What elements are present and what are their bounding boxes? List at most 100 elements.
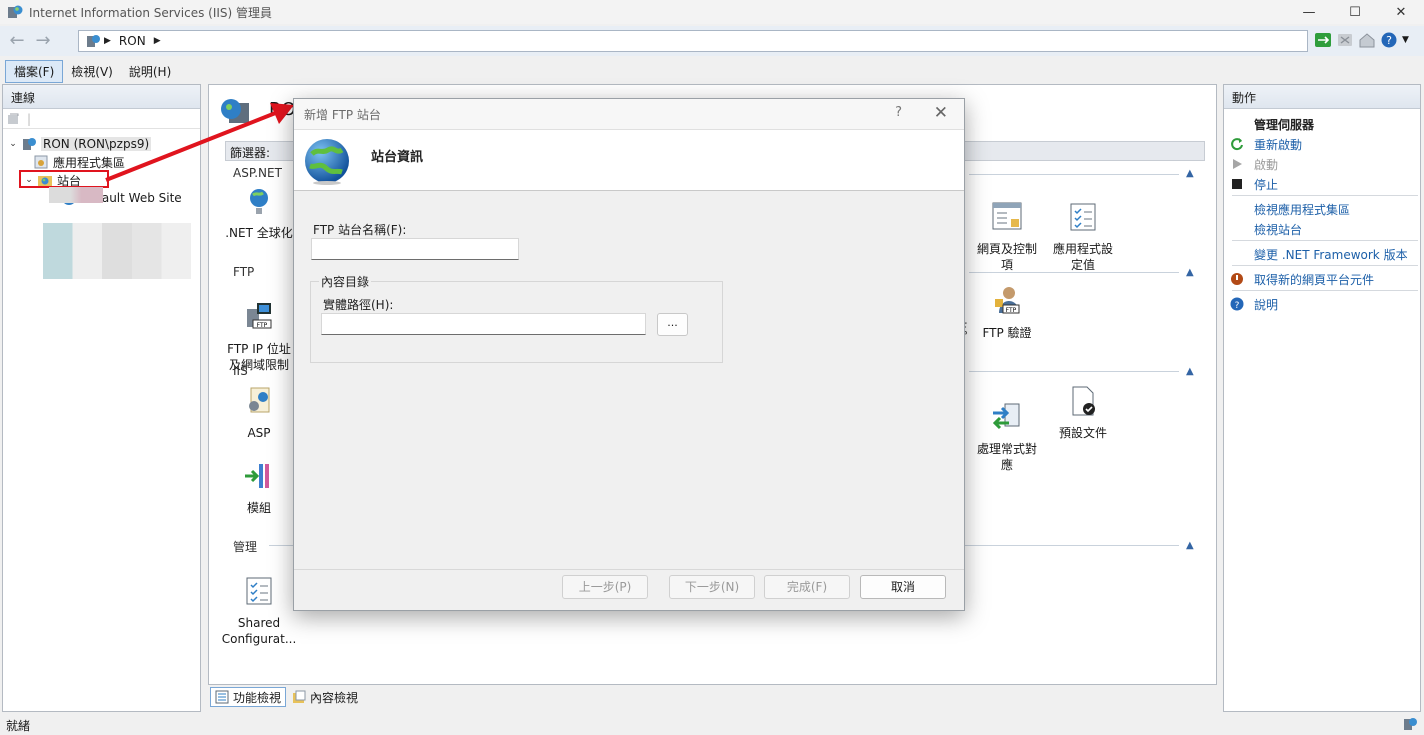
feature-label: 處理常式對 應: [976, 442, 1037, 472]
collapse-group-icon[interactable]: ▲: [1186, 267, 1194, 278]
breadcrumb-server[interactable]: RON: [119, 34, 146, 48]
previous-button[interactable]: 上一步(P): [562, 575, 648, 599]
tree-item-server[interactable]: ⌄ RON (RON\pzps9): [7, 135, 152, 153]
menu-bar: 檔案(F) 檢視(V) 說明(H): [0, 59, 1424, 83]
browse-button[interactable]: ...: [657, 313, 688, 336]
collapse-group-icon[interactable]: ▲: [1186, 168, 1194, 179]
address-bar[interactable]: ▶ RON ▶: [78, 30, 1308, 52]
physical-path-input[interactable]: [321, 313, 646, 335]
feature-handler-mappings[interactable]: 處理常式對 應: [969, 385, 1045, 489]
feature-label: Shared Configurat...: [221, 616, 297, 646]
home-icon[interactable]: [1358, 31, 1376, 49]
group-header-aspnet: ASP.NET: [233, 166, 282, 180]
action-start[interactable]: 啟動: [1230, 155, 1278, 173]
restart-icon: [1231, 138, 1243, 151]
connections-panel: 連線 | ⌄ RON (RON\pzps9) 應用程式集區 ⌄ 站台 › Def…: [2, 84, 201, 712]
globe-icon: [250, 189, 268, 214]
pages-controls-icon: [992, 202, 1022, 230]
start-icon: [1233, 159, 1242, 169]
feature-label: 預設文件: [1058, 426, 1107, 440]
dialog-help-button[interactable]: ?: [895, 105, 902, 120]
feature-net-globalization[interactable]: .NET 全球化: [221, 185, 297, 241]
close-button[interactable]: ✕: [1378, 0, 1424, 24]
collapse-chevron-icon[interactable]: ⌄: [7, 139, 19, 149]
feature-label: .NET 全球化: [225, 226, 293, 240]
page-title: RO: [269, 99, 296, 120]
tab-content-view[interactable]: 內容檢視: [288, 687, 362, 707]
site-name-input[interactable]: [311, 238, 519, 260]
asp-icon: [249, 387, 270, 413]
feature-modules[interactable]: 模組: [221, 460, 297, 516]
group-divider: [969, 371, 1179, 372]
status-text: 就緒: [6, 719, 31, 733]
dialog-title: 新增 FTP 站台: [304, 107, 381, 122]
finish-button[interactable]: 完成(F): [764, 575, 850, 599]
collapse-group-icon[interactable]: ▲: [1186, 540, 1194, 551]
minimize-button[interactable]: —: [1286, 0, 1332, 24]
status-bar: 就緒: [0, 714, 1424, 735]
feature-label: 模組: [246, 501, 271, 515]
help-dropdown-icon[interactable]: ▼: [1402, 35, 1409, 45]
connect-to-server-icon[interactable]: [7, 112, 21, 126]
stop-icon: [1232, 179, 1242, 189]
ftp-ip-restrictions-icon: FTP: [247, 303, 272, 329]
dialog-close-button[interactable]: ✕: [934, 103, 948, 123]
connect-icon[interactable]: [1314, 31, 1332, 49]
app-pool-icon: [34, 155, 48, 169]
menu-help[interactable]: 說明(H): [121, 61, 179, 82]
features-view-icon: [215, 690, 229, 704]
collapse-group-icon[interactable]: ▲: [1186, 366, 1194, 377]
web-platform-icon: [1231, 273, 1243, 285]
actions-divider: [1232, 240, 1418, 241]
feature-label: 網頁及控制 項: [976, 242, 1037, 272]
feature-app-settings[interactable]: 應用程式設 定值: [1045, 185, 1121, 289]
menu-view[interactable]: 檢視(V): [63, 61, 121, 82]
group-header-manage: 管理: [233, 540, 258, 554]
next-button[interactable]: 下一步(N): [669, 575, 755, 599]
action-view-app-pools[interactable]: 檢視應用程式集區: [1254, 200, 1350, 218]
action-help[interactable]: ? 說明: [1230, 295, 1278, 313]
action-change-net-framework[interactable]: 變更 .NET Framework 版本: [1254, 245, 1408, 263]
ftp-authentication-icon: FTP: [995, 287, 1020, 314]
window-title: Internet Information Services (IIS) 管理員: [29, 5, 273, 20]
action-label: 說明: [1254, 297, 1279, 312]
menu-file[interactable]: 檔案(F): [5, 59, 64, 83]
app-settings-icon: [1070, 203, 1096, 231]
actions-divider: [1232, 195, 1418, 196]
forward-arrow-icon[interactable]: →: [30, 30, 56, 51]
cancel-button[interactable]: 取消: [860, 575, 946, 599]
feature-label: FTP IP 位址 及網域限制: [227, 342, 291, 372]
tab-features-view[interactable]: 功能檢視: [210, 687, 287, 707]
action-get-web-platform-components[interactable]: 取得新的網頁平台元件: [1230, 270, 1374, 288]
tree-label-app-pools: 應用程式集區: [53, 155, 126, 170]
feature-asp[interactable]: ASP: [221, 385, 297, 441]
tab-label: 功能檢視: [233, 690, 282, 705]
navigation-bar: ← → ▶ RON ▶ ? ▼: [0, 26, 1424, 56]
action-restart[interactable]: 重新啟動: [1230, 135, 1302, 153]
dialog-title-bar: 新增 FTP 站台 ? ✕: [294, 99, 964, 129]
feature-shared-configuration[interactable]: Shared Configurat...: [221, 559, 297, 663]
actions-header: 動作: [1224, 85, 1420, 109]
feature-pages-controls[interactable]: 網頁及控制 項: [969, 185, 1045, 289]
dialog-page-title: 站台資訊: [371, 150, 424, 165]
tree-item-app-pools[interactable]: 應用程式集區: [31, 153, 125, 171]
physical-path-label: 實體路徑(H):: [323, 298, 394, 312]
feature-ftp-ip-restrictions[interactable]: FTP FTP IP 位址 及網域限制: [221, 285, 297, 389]
action-stop[interactable]: 停止: [1230, 175, 1278, 193]
action-label: 重新啟動: [1254, 137, 1303, 152]
default-document-icon: [1072, 386, 1095, 416]
feature-label: 應用程式設 定值: [1052, 242, 1113, 272]
feature-default-document[interactable]: 預設文件: [1045, 385, 1121, 441]
action-view-sites[interactable]: 檢視站台: [1254, 220, 1302, 238]
action-label: 取得新的網頁平台元件: [1254, 272, 1375, 287]
feature-ftp-authentication[interactable]: FTP FTP 驗證: [969, 285, 1045, 341]
shared-configuration-icon: [246, 577, 272, 605]
stop-icon[interactable]: [1336, 31, 1354, 49]
site-name-label: FTP 站台名稱(F):: [313, 223, 407, 237]
tab-label: 內容檢視: [310, 690, 359, 705]
svg-text:?: ?: [1386, 34, 1392, 47]
help-icon[interactable]: ?: [1380, 31, 1398, 49]
back-arrow-icon[interactable]: ←: [4, 30, 30, 51]
maximize-button[interactable]: ☐: [1332, 0, 1378, 24]
breadcrumb-separator-icon: ▶: [153, 36, 161, 46]
